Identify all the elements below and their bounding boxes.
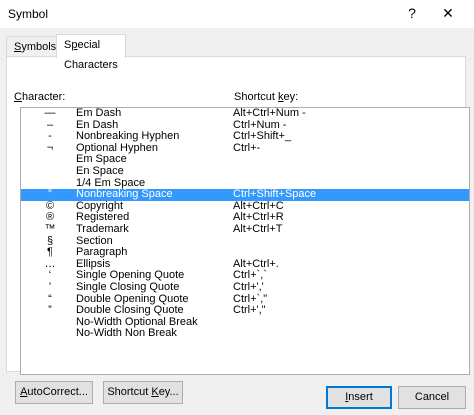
character-name: En Space (76, 164, 124, 177)
list-item[interactable]: ° Nonbreaking Space Ctrl+Shift+Space (21, 189, 469, 201)
close-button[interactable]: ✕ (428, 2, 468, 24)
shortcut-key-button[interactable]: Shortcut Key... (103, 381, 183, 404)
insert-button[interactable]: Insert (326, 386, 392, 409)
cancel-button[interactable]: Cancel (398, 386, 466, 409)
title-bar: Symbol ? ✕ (0, 0, 474, 28)
character-name: Em Dash (76, 107, 122, 119)
shortcut-key: Ctrl+- (233, 141, 261, 154)
shortcut-key: Alt+Ctrl+T (233, 222, 283, 235)
dialog-body: Symbols Special Characters Character: Sh… (0, 28, 474, 415)
shortcut-key: Ctrl+Shift+Space (233, 188, 317, 201)
character-glyph: — (44, 107, 56, 119)
autocorrect-button[interactable]: AutoCorrect... (15, 381, 93, 404)
shortcut-key: Ctrl+'," (233, 304, 266, 317)
character-glyph: ° (47, 188, 53, 201)
character-glyph: ¬ (46, 141, 54, 154)
character-name: Single Closing Quote (76, 280, 180, 293)
character-name: No-Width Non Break (76, 327, 177, 340)
list-item[interactable]: En Space (21, 164, 469, 178)
character-glyph: ™ (44, 222, 56, 235)
character-glyph: ¶ (47, 246, 53, 259)
special-characters-panel: Character: Shortcut key: — Em Dash Alt+Ctr… (6, 56, 470, 404)
shortcut-column-header: Shortcut key: (234, 91, 299, 103)
list-item[interactable]: ” Double Closing Quote Ctrl+'," (21, 304, 469, 317)
list-item[interactable]: ¶ Paragraph (21, 247, 469, 259)
shortcut-key: Alt+Ctrl+Num - (233, 107, 306, 119)
character-name: Trademark (76, 222, 129, 235)
character-name: Nonbreaking Space (76, 188, 173, 201)
tab-label: ymbols (21, 41, 57, 53)
character-glyph: ” (48, 304, 52, 317)
special-characters-list[interactable]: — Em Dash Alt+Ctrl+Num - – En Dash Ctrl+Num -… (20, 107, 470, 375)
list-item[interactable]: ’ Single Closing Quote Ctrl+',' (21, 280, 469, 294)
character-name: Double Closing Quote (76, 304, 184, 317)
shortcut-key: Ctrl+',' (233, 280, 264, 293)
tab-special-characters[interactable]: Special Characters (56, 34, 126, 71)
window-title: Symbol (8, 7, 49, 21)
character-name: Paragraph (76, 246, 128, 259)
list-item[interactable]: No-Width Non Break (21, 328, 469, 340)
character-column-header: Character: (14, 91, 66, 103)
character-glyph: ’ (48, 280, 52, 293)
list-item[interactable]: ™ Trademark Alt+Ctrl+T (21, 222, 469, 236)
list-item[interactable]: — Em Dash Alt+Ctrl+Num - (21, 108, 469, 120)
help-button[interactable]: ? (400, 2, 424, 24)
